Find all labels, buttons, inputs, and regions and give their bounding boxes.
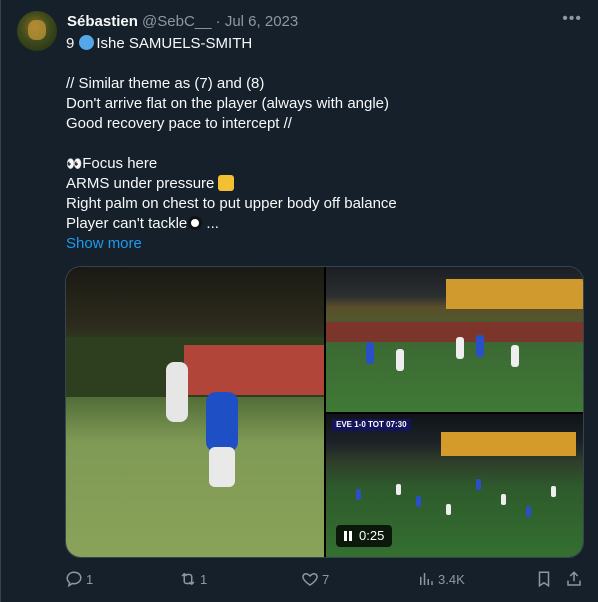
player-figure — [476, 479, 481, 490]
player-figure — [446, 504, 451, 515]
bookmark-button[interactable] — [535, 570, 556, 590]
player-figure — [356, 489, 361, 500]
player-figure — [206, 392, 238, 452]
player-figure — [551, 486, 556, 497]
heart-icon — [302, 572, 318, 586]
avatar[interactable] — [17, 11, 57, 51]
player-figure — [476, 335, 484, 357]
repost-icon — [181, 572, 195, 586]
views-count: 3.4K — [438, 572, 465, 587]
tweet-line: Focus here — [82, 155, 158, 172]
scoreboard: EVE 1-0 TOT 07:30 — [332, 419, 411, 431]
tweet-line: Player can't tackle — [66, 215, 188, 232]
soccer-ball-emoji-icon — [188, 216, 203, 230]
blue-circle-icon — [79, 35, 95, 50]
share-icon — [567, 571, 581, 586]
author-handle[interactable]: @SebC__ — [142, 13, 211, 30]
tweet-text: 9 Ishe SAMUELS-SMITH // Similar theme as … — [66, 34, 576, 254]
player-figure — [511, 345, 519, 367]
views-button[interactable]: 3.4K — [417, 570, 465, 590]
bookmark-icon — [538, 571, 550, 588]
tweet-line: ... — [202, 215, 219, 232]
player-figure — [396, 484, 401, 495]
thumbs-up-emoji-icon — [218, 175, 235, 191]
eyes-emoji-icon: 👀 — [66, 156, 83, 171]
tweet-header: Sébastien @SebC__ · Jul 6, 2023 — [67, 12, 298, 32]
media-image-closeup[interactable] — [66, 267, 324, 557]
tweet-line: // Similar theme as (7) and (8) — [66, 75, 265, 92]
player-figure — [396, 349, 404, 371]
tweet-line: ARMS under pressure — [66, 175, 215, 192]
repost-button[interactable]: 1 — [179, 570, 207, 590]
tweet-card: Sébastien @SebC__ · Jul 6, 2023 ••• 9 Ish… — [0, 0, 598, 602]
player-figure — [456, 337, 464, 359]
ellipsis-icon[interactable]: ••• — [562, 10, 582, 28]
like-button[interactable]: 7 — [301, 570, 329, 590]
show-more-link[interactable]: Show more — [66, 234, 576, 254]
reply-button[interactable]: 1 — [65, 570, 93, 590]
pause-icon[interactable] — [344, 531, 347, 541]
reply-count: 1 — [86, 572, 94, 587]
share-button[interactable] — [565, 570, 586, 590]
like-count: 7 — [322, 572, 330, 587]
author-name[interactable]: Sébastien — [67, 13, 138, 30]
player-figure — [416, 496, 421, 507]
tweet-date[interactable]: Jul 6, 2023 — [225, 13, 298, 30]
repost-count: 1 — [200, 572, 208, 587]
reply-icon — [66, 571, 82, 588]
action-bar: 1 1 7 3.4K — [65, 570, 585, 590]
views-icon — [420, 573, 433, 585]
tweet-line: Ishe SAMUELS-SMITH — [96, 35, 253, 52]
player-figure — [501, 494, 506, 505]
tweet-line: 9 — [66, 35, 75, 52]
player-figure — [366, 342, 374, 364]
video-timer[interactable]: 0:25 — [336, 525, 393, 547]
player-figure — [209, 447, 235, 487]
tweet-line: Good recovery pace to intercept // — [66, 115, 292, 132]
player-figure — [166, 362, 188, 422]
tweet-line: Right palm on chest to put upper body of… — [66, 195, 397, 212]
video-duration: 0:25 — [359, 528, 385, 543]
media-grid[interactable]: EVE 1-0 TOT 07:30 0:25 — [65, 266, 584, 558]
tweet-line: Don't arrive flat on the player (always … — [66, 95, 390, 112]
media-image-wide[interactable] — [326, 267, 583, 412]
player-figure — [526, 506, 531, 517]
header-separator: · — [215, 13, 221, 30]
